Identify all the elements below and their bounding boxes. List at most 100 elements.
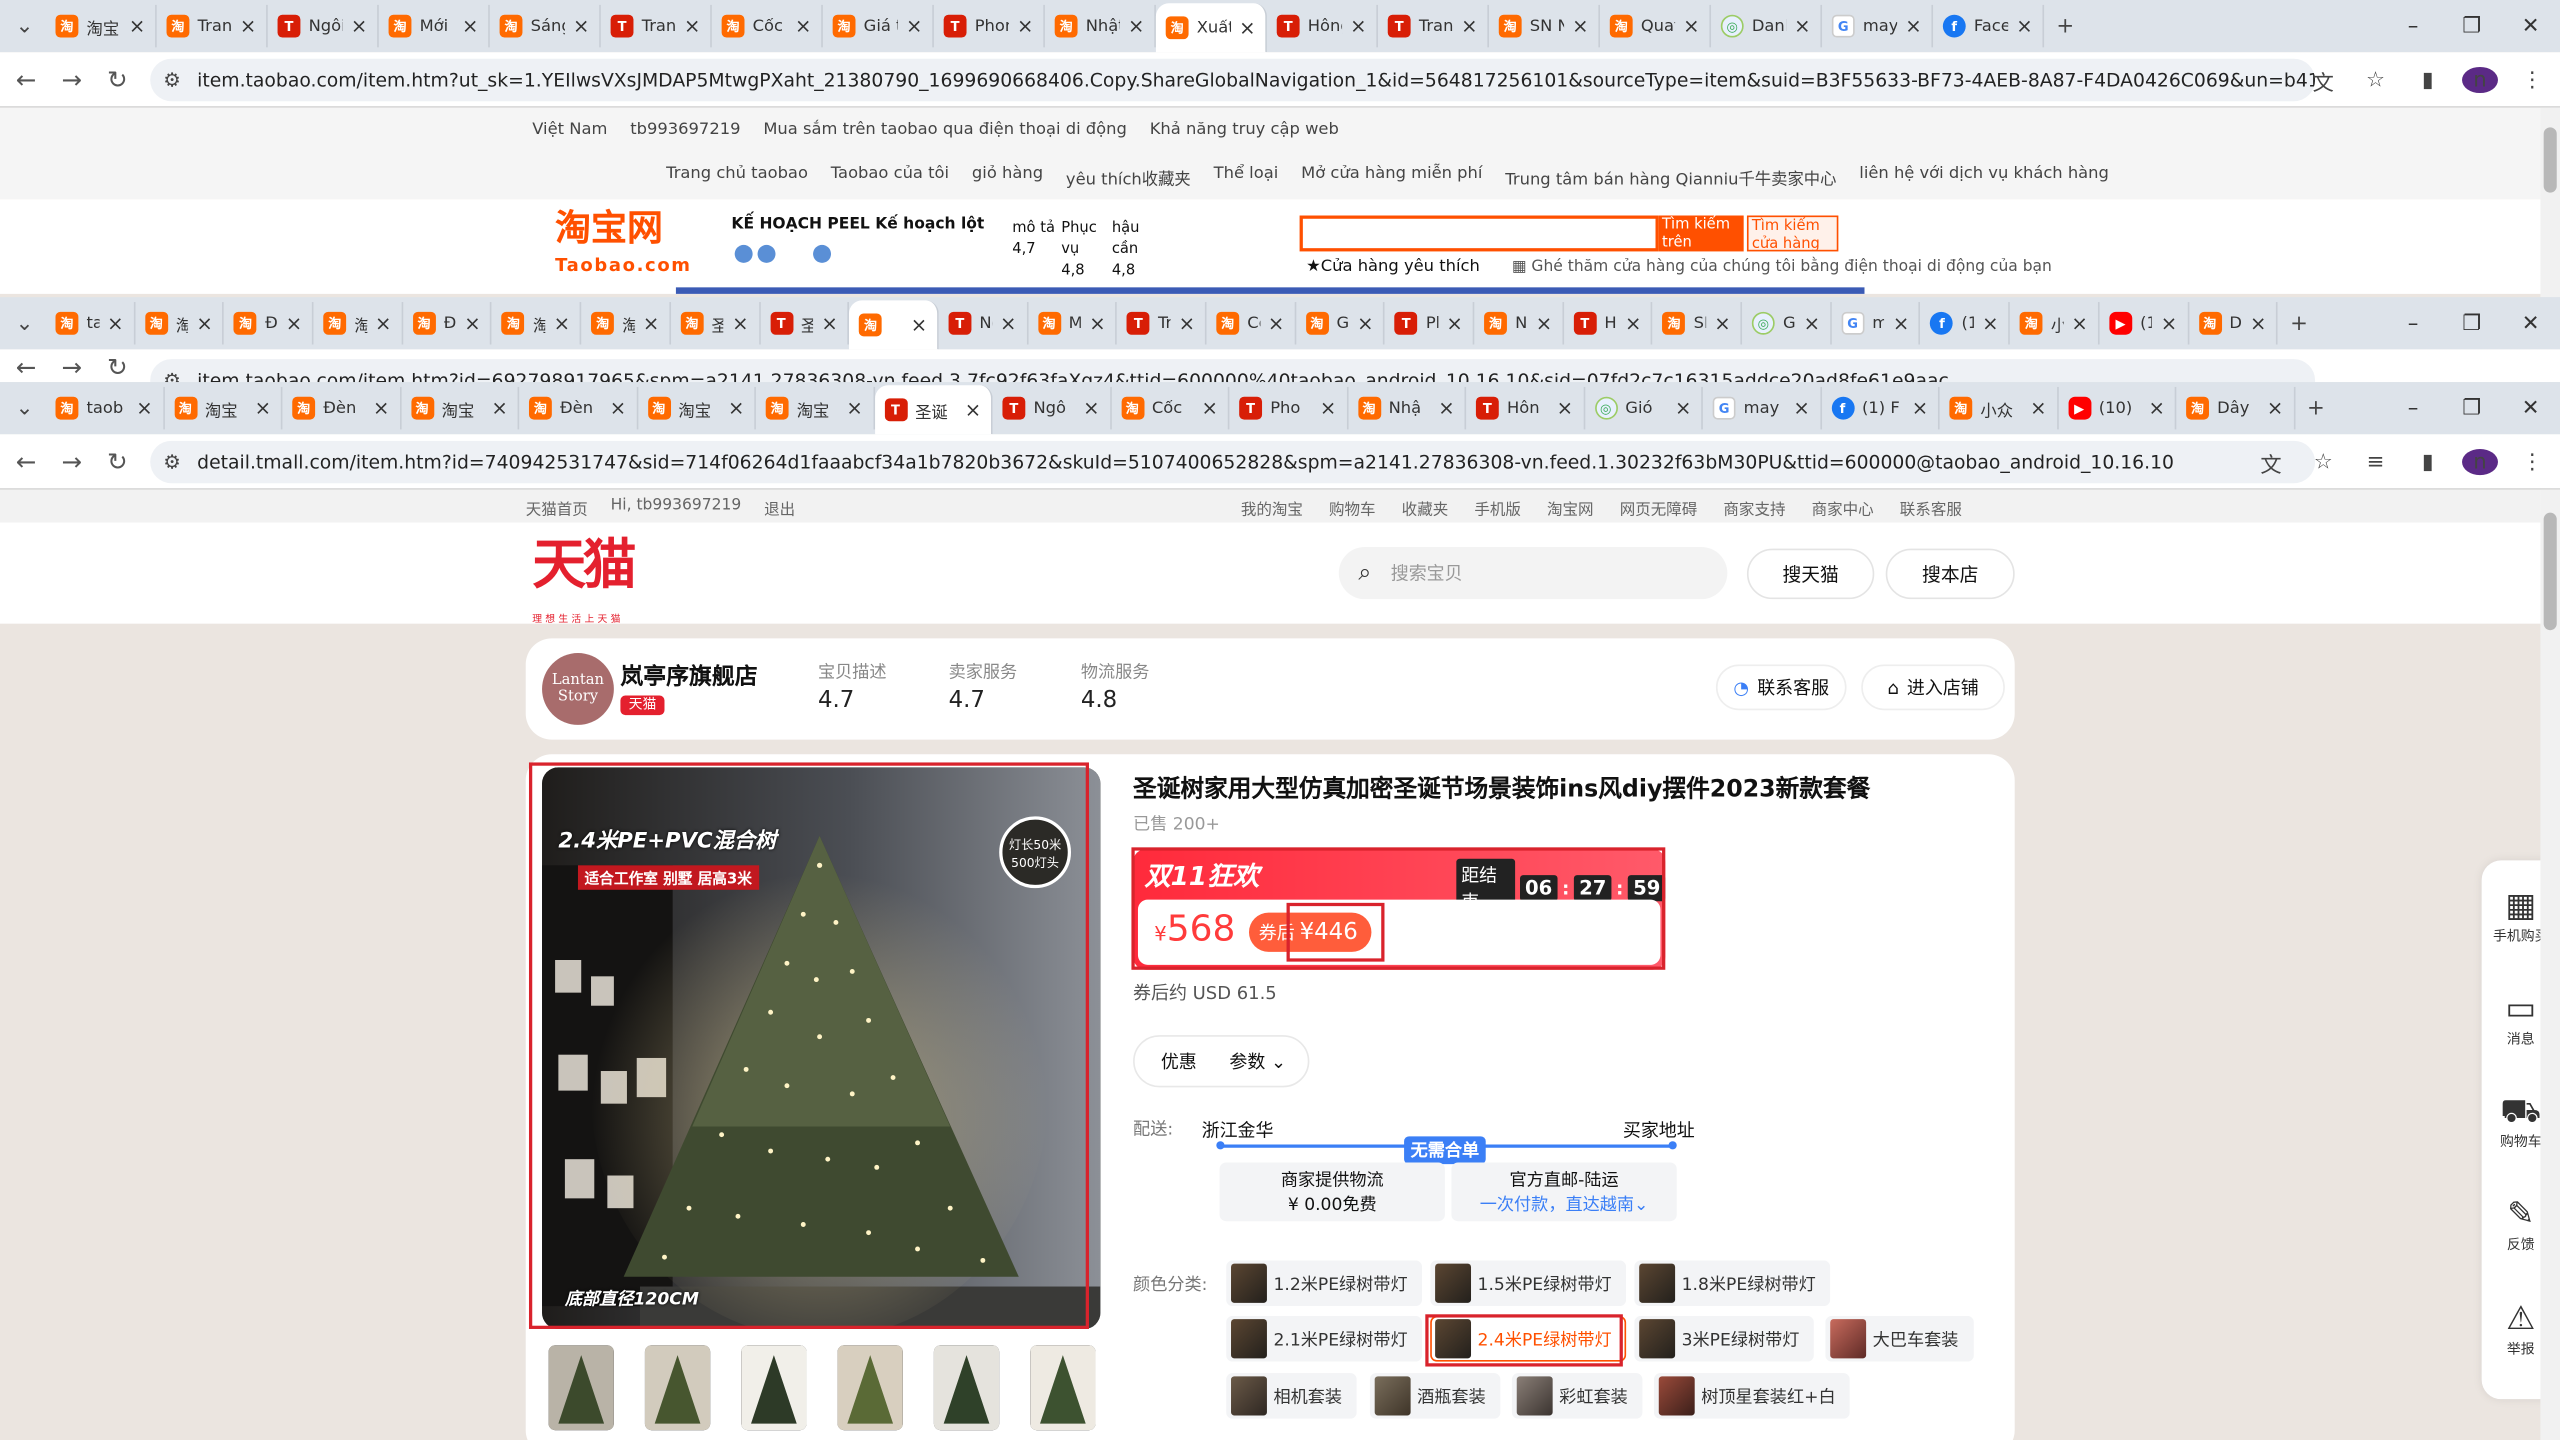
favorite-store-link[interactable]: ★Cửa hàng yêu thích: [1306, 258, 1480, 276]
browser-tab[interactable]: T Hôn ×: [1466, 386, 1585, 430]
close-tab-icon[interactable]: ×: [1675, 397, 1691, 420]
browser-tab[interactable]: T Pho ×: [1229, 386, 1348, 430]
tab-discount[interactable]: 优惠: [1161, 1048, 1197, 1074]
sku-option[interactable]: 彩虹套装: [1511, 1373, 1643, 1419]
close-tab-icon[interactable]: ×: [965, 398, 981, 421]
close-tab-icon[interactable]: ×: [2071, 312, 2087, 335]
close-tab-icon[interactable]: ×: [1128, 15, 1144, 38]
reload-icon[interactable]: ↻: [95, 64, 141, 93]
shipping-option-direct[interactable]: 官方直邮-陆运 一次付款，直达越南⌄: [1451, 1162, 1677, 1222]
menu-icon[interactable]: ⋮: [2514, 68, 2550, 92]
thumbnail[interactable]: [1030, 1345, 1096, 1431]
visit-store-mobile[interactable]: ▦ Ghé thăm cửa hàng của chúng tôi bằng đ…: [1512, 258, 2052, 276]
sku-option[interactable]: 树顶星套装红+白: [1653, 1373, 1851, 1419]
tmall-top-link[interactable]: 手机版: [1474, 496, 1521, 519]
window3-scrollbar[interactable]: [2540, 489, 2560, 1440]
sku-option[interactable]: 1.8米PE绿树带灯: [1634, 1260, 1831, 1307]
browser-tab[interactable]: 淘淘宝 ×: [581, 302, 671, 345]
close-tab-icon[interactable]: ×: [1357, 312, 1373, 335]
browser-tab[interactable]: T Phor ×: [1385, 302, 1475, 345]
close-window-icon[interactable]: ✕: [2501, 311, 2560, 335]
browser-tab[interactable]: T Tranh ×: [601, 4, 712, 48]
browser-tab[interactable]: f (1) F ×: [1821, 386, 1940, 430]
thumbnail[interactable]: [644, 1345, 711, 1431]
back-icon[interactable]: ←: [3, 352, 49, 381]
tmall-top-link[interactable]: 商家中心: [1812, 496, 1874, 519]
new-tab-button-2[interactable]: +: [2278, 311, 2320, 335]
minimize-icon[interactable]: –: [2384, 311, 2443, 335]
url-field-3[interactable]: ⚙ detail.tmall.com/item.htm?id=7409425317…: [150, 440, 2316, 484]
browser-tab[interactable]: ◎ Danh ×: [1711, 4, 1823, 48]
sku-option-selected[interactable]: 2.4米PE绿树带灯: [1430, 1315, 1627, 1362]
thumbnail[interactable]: [837, 1345, 903, 1431]
tmall-top-link[interactable]: 天猫首页: [526, 496, 588, 519]
ship-to[interactable]: 买家地址: [1623, 1117, 1695, 1143]
sku-option[interactable]: 大巴车套装: [1825, 1315, 1974, 1362]
browser-tab[interactable]: 淘淘宝 ×: [492, 302, 582, 345]
taobao-nav-link[interactable]: liên hệ với dịch vụ khách hàng: [1859, 165, 2109, 189]
close-tab-icon[interactable]: ×: [1536, 312, 1552, 335]
browser-tab[interactable]: 淘 Đèn ×: [519, 386, 638, 430]
close-tab-icon[interactable]: ×: [1683, 15, 1699, 38]
browser-tab[interactable]: 淘 SN N ×: [1489, 4, 1600, 48]
browser-tab[interactable]: Gmay ×: [1831, 302, 1921, 345]
close-tab-icon[interactable]: ×: [107, 312, 123, 335]
taobao-top-link[interactable]: tb993697219: [630, 121, 740, 139]
taobao-nav-link[interactable]: Mở cửa hàng miễn phí: [1301, 165, 1482, 189]
thumbnail[interactable]: [741, 1345, 807, 1431]
browser-tab[interactable]: 淘 Trang ×: [157, 4, 268, 48]
maximize-icon[interactable]: ❐: [2442, 396, 2501, 420]
close-tab-icon[interactable]: ×: [240, 15, 256, 38]
close-tab-icon[interactable]: ×: [1461, 15, 1477, 38]
back-icon[interactable]: ←: [3, 447, 49, 476]
search-taobao-button[interactable]: Tìm kiếm trên taobao: [1658, 215, 1744, 252]
browser-tab[interactable]: 淘 Quat ×: [1600, 4, 1712, 48]
taobao-nav-link[interactable]: Thể loại: [1214, 165, 1279, 189]
close-tab-icon[interactable]: ×: [1083, 397, 1099, 420]
tab-search-dropdown-2[interactable]: ⌄: [3, 311, 45, 335]
sku-option[interactable]: 酒瓶套装: [1369, 1373, 1501, 1419]
peel-plan[interactable]: KẾ HOẠCH PEEL Kế hoạch lột: [731, 216, 984, 234]
browser-tab[interactable]: T Tran ×: [1117, 302, 1207, 345]
close-tab-icon[interactable]: ×: [732, 312, 748, 335]
close-tab-icon[interactable]: ×: [464, 312, 480, 335]
sku-option[interactable]: 3米PE绿树带灯: [1634, 1315, 1815, 1362]
close-tab-icon[interactable]: ×: [1268, 312, 1284, 335]
browser-tab-active[interactable]: 淘 ×: [849, 300, 939, 350]
tmall-top-link[interactable]: 联系客服: [1900, 496, 1962, 519]
browser-tab[interactable]: 淘淘宝 ×: [756, 386, 875, 430]
new-tab-button-3[interactable]: +: [2295, 396, 2337, 420]
search-tmall-button[interactable]: 搜天猫: [1746, 548, 1875, 600]
tmall-logo[interactable]: 天猫 理想生活上天猫: [532, 536, 636, 648]
browser-tab[interactable]: 淘小众 ×: [2010, 302, 2100, 345]
close-tab-icon[interactable]: ×: [906, 15, 922, 38]
reading-list-icon[interactable]: ≡: [2358, 450, 2394, 474]
browser-tab[interactable]: T 圣诞 ×: [760, 302, 850, 345]
search-shop-button[interactable]: 搜本店: [1885, 548, 2015, 600]
bookmark-star-icon[interactable]: ☆: [2358, 68, 2394, 92]
taobao-nav-link[interactable]: yêu thích收藏夹: [1066, 165, 1191, 189]
browser-tab[interactable]: 淘 Nhậ ×: [1348, 386, 1467, 430]
thumbnail[interactable]: [548, 1345, 614, 1431]
shop-logo[interactable]: Lantan Story: [542, 653, 614, 725]
close-tab-icon[interactable]: ×: [1912, 397, 1928, 420]
close-tab-icon[interactable]: ×: [1905, 15, 1921, 38]
close-tab-icon[interactable]: ×: [136, 397, 152, 420]
close-tab-icon[interactable]: ×: [684, 15, 700, 38]
close-tab-icon[interactable]: ×: [610, 397, 626, 420]
new-tab-button[interactable]: +: [2044, 14, 2086, 38]
browser-tab[interactable]: T Hông ×: [1267, 4, 1378, 48]
product-main-image[interactable]: 2.4米PE+PVC混合树 适合工作室 别墅 居高3米 灯长50米 500灯头 …: [542, 767, 1101, 1329]
thumbnail[interactable]: [933, 1345, 1000, 1431]
translate-icon[interactable]: 文: [2305, 64, 2341, 95]
browser-tab[interactable]: 淘 Dây ×: [2189, 302, 2278, 345]
enter-shop-button[interactable]: ⌂ 进入店铺: [1861, 664, 2005, 711]
taobao-nav-link[interactable]: Trang chủ taobao: [666, 165, 808, 189]
browser-tab[interactable]: 淘 Đèn ×: [224, 302, 314, 345]
browser-tab[interactable]: 淘 SN ×: [1653, 302, 1743, 345]
close-tab-icon[interactable]: ×: [911, 313, 927, 336]
browser-tab[interactable]: 淘 Cốc ×: [1111, 386, 1230, 430]
close-tab-icon[interactable]: ×: [821, 312, 837, 335]
browser-tab[interactable]: 淘 Sáng ×: [490, 4, 601, 48]
close-tab-icon[interactable]: ×: [491, 397, 507, 420]
